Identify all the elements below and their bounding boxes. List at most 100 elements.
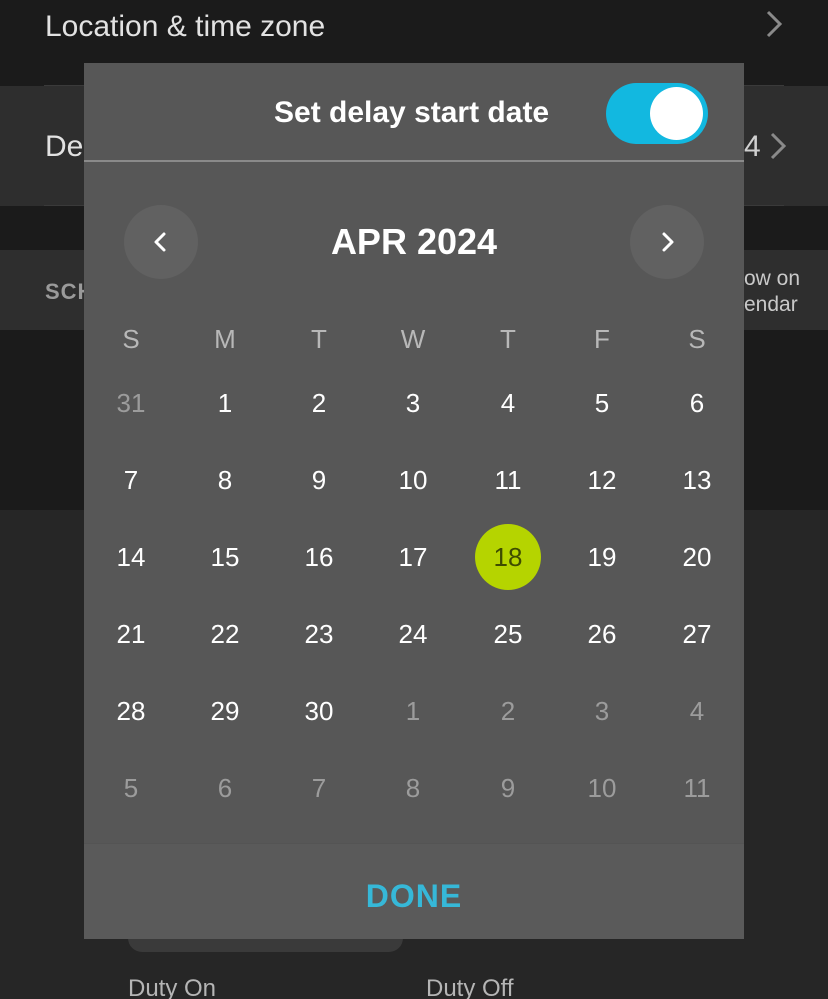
weekday-label: S (688, 323, 706, 354)
calendar-day[interactable]: 29 (178, 678, 272, 744)
calendar-day-number: 7 (123, 464, 139, 495)
calendar-day[interactable]: 2 (461, 678, 555, 744)
chevron-right-icon (662, 232, 674, 252)
calendar-day[interactable]: 10 (366, 447, 460, 513)
calendar-day-number: 5 (123, 772, 139, 803)
delay-start-toggle[interactable] (606, 83, 708, 144)
calendar-day[interactable]: 8 (178, 447, 272, 513)
calendar-day[interactable]: 7 (272, 755, 366, 821)
calendar-week-row: 31 1 2 3 4 5 6 (84, 370, 744, 447)
calendar-day[interactable]: 17 (366, 524, 460, 590)
calendar-day[interactable]: 9 (461, 755, 555, 821)
calendar-day-selected[interactable]: 18 (461, 524, 555, 590)
calendar-day-number: 6 (217, 772, 233, 803)
calendar-day[interactable]: 10 (555, 755, 649, 821)
calendar-week-row: 28 29 30 1 2 3 4 (84, 678, 744, 755)
calendar-day[interactable]: 1 (178, 370, 272, 436)
done-button[interactable]: DONE (84, 878, 744, 915)
calendar-day[interactable]: 24 (366, 601, 460, 667)
calendar-day[interactable]: 22 (178, 601, 272, 667)
calendar-day[interactable]: 28 (84, 678, 178, 744)
calendar-day[interactable]: 15 (178, 524, 272, 590)
dialog-header: Set delay start date (84, 63, 744, 161)
calendar-day[interactable]: 11 (461, 447, 555, 513)
calendar-day-number: 10 (398, 464, 428, 495)
calendar-day-number: 13 (682, 464, 712, 495)
calendar-day[interactable]: 1 (366, 678, 460, 744)
calendar-day[interactable]: 5 (84, 755, 178, 821)
calendar-day[interactable]: 5 (555, 370, 649, 436)
calendar-day[interactable]: 13 (650, 447, 744, 513)
calendar-day-number: 17 (398, 541, 428, 572)
calendar-day-number: 30 (304, 695, 334, 726)
calendar-day-number: 16 (304, 541, 334, 572)
calendar-day[interactable]: 2 (272, 370, 366, 436)
calendar-day-number: 14 (116, 541, 146, 572)
calendar-day-number: 24 (398, 618, 428, 649)
calendar-day-number: 18 (475, 524, 541, 590)
delay-start-date-dialog: Set delay start date APR 2024 SMTWTFS 31… (84, 63, 744, 939)
calendar-day-number: 2 (311, 387, 327, 418)
calendar-day[interactable]: 4 (650, 678, 744, 744)
calendar-day[interactable]: 26 (555, 601, 649, 667)
calendar-day-number: 9 (311, 464, 327, 495)
duty-on-label: Duty On (128, 975, 217, 999)
calendar-day-number: 27 (682, 618, 712, 649)
weekday-label: M (214, 323, 236, 354)
location-timezone-label: Location & time zone (45, 10, 326, 43)
calendar-day-number: 2 (500, 695, 516, 726)
calendar-day-number: 12 (587, 464, 617, 495)
calendar-day-number: 23 (304, 618, 334, 649)
calendar-day-number: 8 (217, 464, 233, 495)
calendar-day[interactable]: 3 (366, 370, 460, 436)
calendar-day[interactable]: 20 (650, 524, 744, 590)
calendar-day-number: 15 (210, 541, 240, 572)
calendar-day-number: 21 (116, 618, 146, 649)
calendar-week-row: 21 22 23 24 25 26 27 (84, 601, 744, 678)
calendar-day-number: 25 (493, 618, 523, 649)
calendar-day[interactable]: 6 (650, 370, 744, 436)
calendar-day-number: 20 (682, 541, 712, 572)
calendar-day-number: 1 (217, 387, 233, 418)
calendar-day-number: 10 (587, 772, 617, 803)
calendar-day-number: 6 (689, 387, 705, 418)
calendar-day[interactable]: 14 (84, 524, 178, 590)
calendar-week-row: 14 15 16 17 18 19 20 (84, 524, 744, 601)
calendar-day[interactable]: 3 (555, 678, 649, 744)
calendar-day[interactable]: 16 (272, 524, 366, 590)
calendar-day[interactable]: 23 (272, 601, 366, 667)
calendar-day-number: 9 (500, 772, 516, 803)
calendar-day[interactable]: 30 (272, 678, 366, 744)
calendar-day[interactable]: 7 (84, 447, 178, 513)
delay-start-label: De (45, 130, 84, 163)
delay-start-value: 4 (744, 130, 761, 163)
calendar-day[interactable]: 25 (461, 601, 555, 667)
dialog-title: Set delay start date (274, 96, 550, 129)
chevron-right-icon (768, 130, 788, 170)
calendar-day[interactable]: 21 (84, 601, 178, 667)
header-divider (84, 160, 744, 162)
calendar-day[interactable]: 6 (178, 755, 272, 821)
calendar-day-number: 3 (405, 387, 421, 418)
calendar-day[interactable]: 8 (366, 755, 460, 821)
next-month-button[interactable] (630, 205, 704, 279)
calendar-day[interactable]: 12 (555, 447, 649, 513)
calendar-day-number: 4 (500, 387, 516, 418)
weekday-label: T (500, 323, 516, 354)
toggle-knob (650, 87, 703, 140)
weekday-label: S (122, 323, 140, 354)
calendar-day[interactable]: 4 (461, 370, 555, 436)
calendar-day-number: 29 (210, 695, 240, 726)
calendar-day-number: 28 (116, 695, 146, 726)
weekday-label: F (594, 323, 610, 354)
calendar-day[interactable]: 27 (650, 601, 744, 667)
calendar-day-number: 3 (594, 695, 610, 726)
calendar-day[interactable]: 9 (272, 447, 366, 513)
calendar-day[interactable]: 11 (650, 755, 744, 821)
calendar-day-number: 8 (405, 772, 421, 803)
calendar-day-number: 1 (405, 695, 421, 726)
calendar-day[interactable]: 19 (555, 524, 649, 590)
calendar-day[interactable]: 31 (84, 370, 178, 436)
calendar-day-number: 5 (594, 387, 610, 418)
calendar-day-number: 11 (683, 772, 711, 803)
